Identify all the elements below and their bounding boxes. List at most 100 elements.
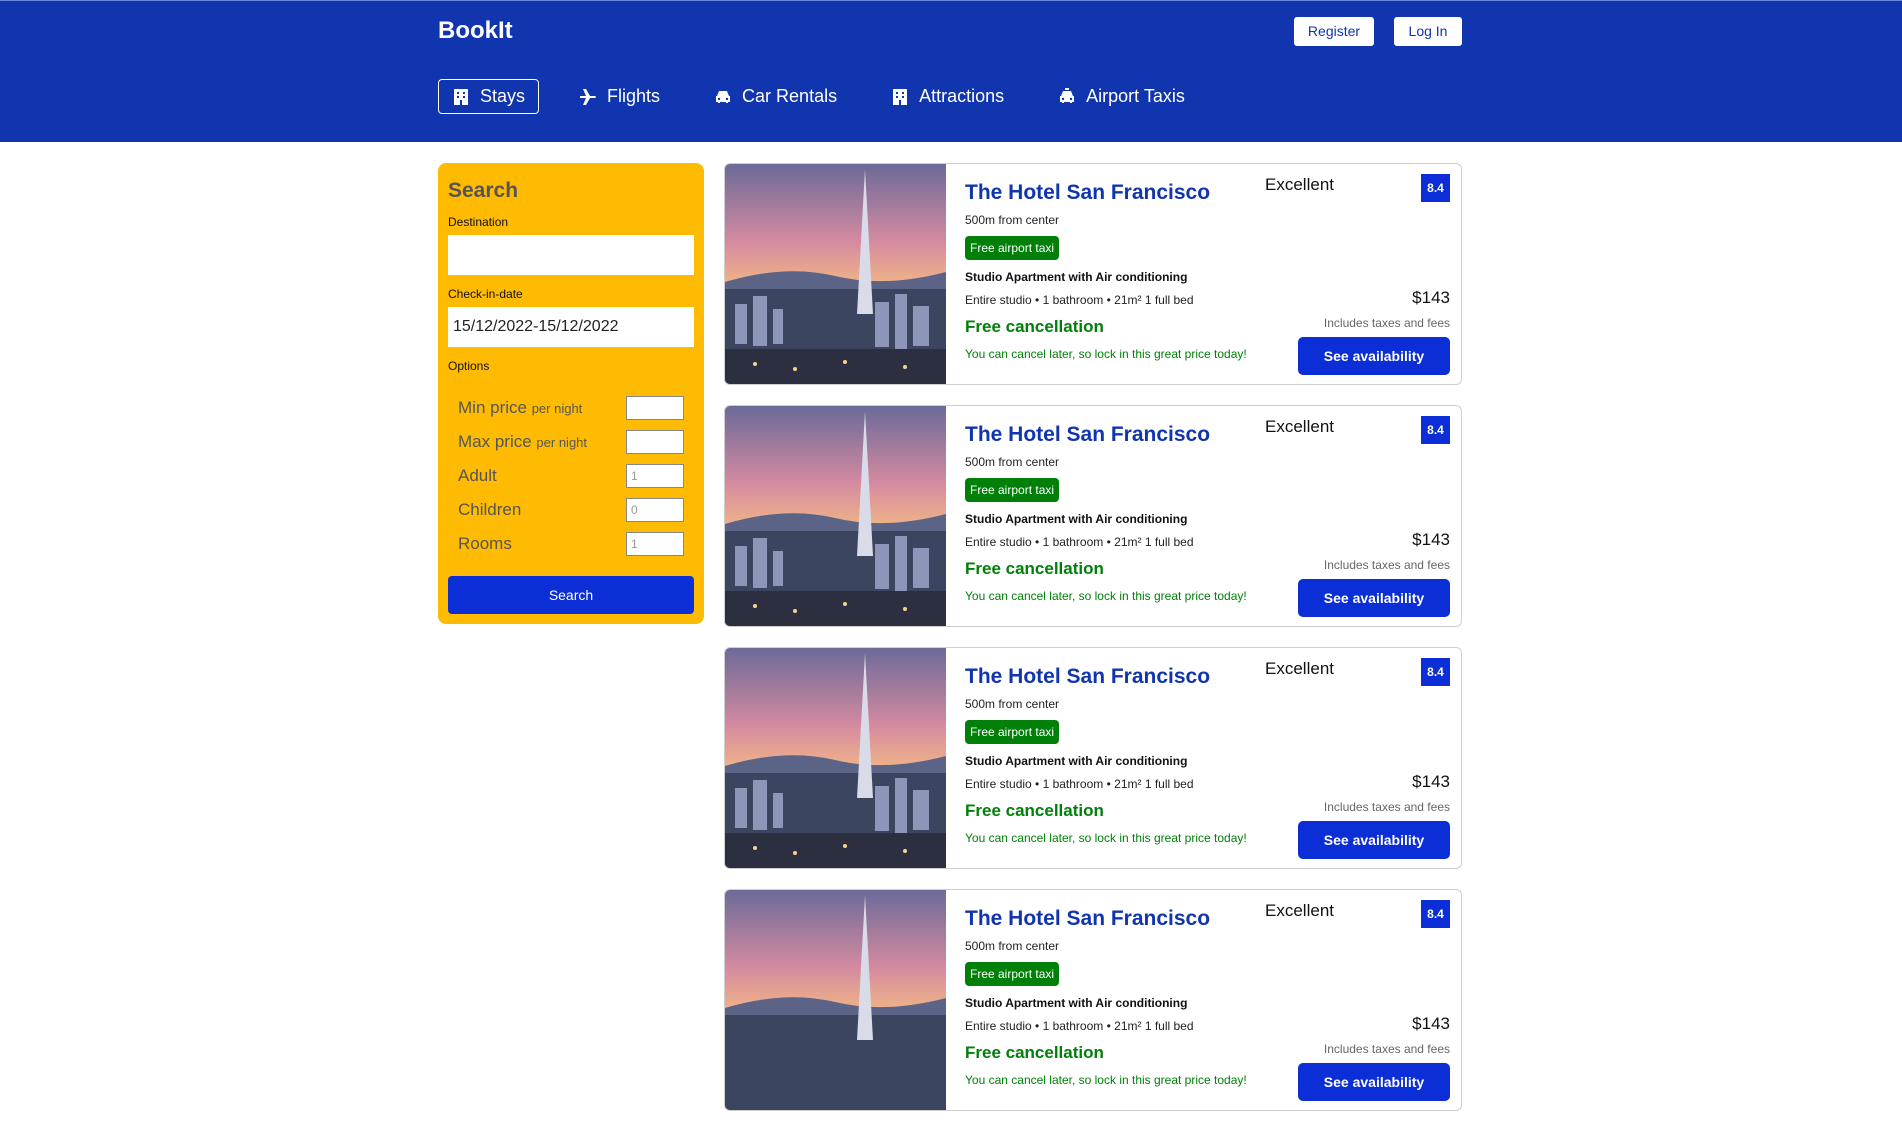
plane-icon	[580, 88, 597, 105]
option-label: Children	[458, 500, 522, 519]
see-availability-button[interactable]: See availability	[1298, 337, 1450, 375]
room-type: Studio Apartment with Air conditioning	[965, 512, 1188, 526]
nav-item-airport-taxis[interactable]: Airport Taxis	[1044, 79, 1199, 114]
room-type: Studio Apartment with Air conditioning	[965, 996, 1188, 1010]
results-list: The Hotel San Francisco 500m from center…	[724, 163, 1462, 1131]
price: $143	[1412, 772, 1450, 791]
price: $143	[1412, 530, 1450, 549]
room-features: Entire studio • 1 bathroom • 21m² 1 full…	[965, 777, 1194, 791]
room-features: Entire studio • 1 bathroom • 21m² 1 full…	[965, 535, 1194, 549]
options-label: Options	[448, 359, 490, 373]
taxi-badge: Free airport taxi	[965, 720, 1060, 744]
login-button[interactable]: Log In	[1394, 17, 1462, 46]
nav-label: Flights	[607, 86, 661, 106]
hotel-info: The Hotel San Francisco 500m from center…	[965, 406, 1285, 603]
destination-input[interactable]	[448, 235, 694, 275]
rating-text: Excellent	[1265, 175, 1334, 194]
max-price-input[interactable]	[626, 430, 684, 454]
rating-text: Excellent	[1265, 417, 1334, 436]
room-type: Studio Apartment with Air conditioning	[965, 270, 1188, 284]
children-input[interactable]: 0	[626, 498, 684, 522]
hotel-title[interactable]: The Hotel San Francisco	[965, 907, 1285, 931]
hotel-card: The Hotel San Francisco 500m from center…	[724, 889, 1462, 1111]
nav-item-attractions[interactable]: Attractions	[877, 79, 1018, 114]
taxes-note: Includes taxes and fees	[1323, 558, 1450, 572]
rating-text: Excellent	[1265, 901, 1334, 920]
option-children: Children 0	[458, 493, 684, 527]
adult-input[interactable]: 1	[626, 464, 684, 488]
option-min-price: Min price per night	[458, 391, 684, 425]
taxes-note: Includes taxes and fees	[1323, 800, 1450, 814]
register-button[interactable]: Register	[1294, 17, 1374, 46]
min-price-input[interactable]	[626, 396, 684, 420]
room-features: Entire studio • 1 bathroom • 21m² 1 full…	[965, 1019, 1194, 1033]
option-adult: Adult 1	[458, 459, 684, 493]
building-icon	[454, 88, 468, 105]
option-suffix: per night	[536, 435, 588, 450]
nav-item-car-rentals[interactable]: Car Rentals	[700, 79, 851, 114]
search-panel: Search Destination Check-in-date 15/12/2…	[438, 163, 704, 624]
hotel-distance: 500m from center	[965, 697, 1060, 711]
score-badge: 8.4	[1421, 416, 1450, 444]
nav-label: Airport Taxis	[1086, 86, 1185, 106]
hotel-photo-image	[725, 164, 946, 384]
price: $143	[1412, 1014, 1450, 1033]
taxes-note: Includes taxes and fees	[1323, 1042, 1450, 1056]
cancellation-subtitle: You can cancel later, so lock in this gr…	[965, 1073, 1247, 1087]
cancellation-title: Free cancellation	[965, 559, 1104, 578]
nav-item-stays[interactable]: Stays	[438, 79, 540, 114]
top-header: BookIt Register Log In Stays Flights Car…	[0, 0, 1902, 142]
price: $143	[1412, 288, 1450, 307]
taxes-note: Includes taxes and fees	[1323, 316, 1450, 330]
hotel-photo[interactable]	[725, 406, 946, 626]
nav-item-flights[interactable]: Flights	[565, 79, 674, 114]
room-type: Studio Apartment with Air conditioning	[965, 754, 1188, 768]
search-title: Search	[448, 179, 519, 202]
cancellation-title: Free cancellation	[965, 317, 1104, 336]
hotel-card: The Hotel San Francisco 500m from center…	[724, 163, 1462, 385]
hotel-distance: 500m from center	[965, 213, 1060, 227]
rooms-input[interactable]: 1	[626, 532, 684, 556]
hotel-photo[interactable]	[725, 890, 946, 1110]
car-icon	[716, 90, 731, 103]
see-availability-button[interactable]: See availability	[1298, 1063, 1450, 1101]
hotel-title[interactable]: The Hotel San Francisco	[965, 665, 1285, 689]
cancellation-subtitle: You can cancel later, so lock in this gr…	[965, 831, 1247, 845]
option-label: Rooms	[458, 534, 512, 553]
see-availability-button[interactable]: See availability	[1298, 821, 1450, 859]
score-badge: 8.4	[1421, 174, 1450, 202]
taxi-badge: Free airport taxi	[965, 962, 1060, 986]
hotel-photo[interactable]	[725, 648, 946, 868]
room-features: Entire studio • 1 bathroom • 21m² 1 full…	[965, 293, 1194, 307]
search-button[interactable]: Search	[448, 576, 694, 614]
brand-logo[interactable]: BookIt	[438, 17, 513, 45]
score-badge: 8.4	[1421, 658, 1450, 686]
taxi-badge: Free airport taxi	[965, 236, 1060, 260]
options-list: Min price per night Max price per night …	[448, 379, 694, 561]
cancellation-subtitle: You can cancel later, so lock in this gr…	[965, 589, 1247, 603]
hotel-card: The Hotel San Francisco 500m from center…	[724, 405, 1462, 627]
score-badge: 8.4	[1421, 900, 1450, 928]
taxi-icon	[1060, 87, 1075, 103]
cancellation-title: Free cancellation	[965, 801, 1104, 820]
main-nav: Stays Flights Car Rentals Attractions Ai…	[438, 79, 1199, 114]
option-suffix: per night	[531, 401, 583, 416]
nav-label: Car Rentals	[742, 86, 838, 106]
hotel-title[interactable]: The Hotel San Francisco	[965, 181, 1285, 205]
nav-label: Stays	[480, 86, 526, 106]
hotel-distance: 500m from center	[965, 939, 1060, 953]
see-availability-button[interactable]: See availability	[1298, 579, 1450, 617]
hotel-photo-image	[725, 406, 946, 626]
hotel-info: The Hotel San Francisco 500m from center…	[965, 890, 1285, 1087]
hotel-title[interactable]: The Hotel San Francisco	[965, 423, 1285, 447]
option-label: Max price	[458, 432, 532, 451]
rating-text: Excellent	[1265, 659, 1334, 678]
hotel-photo-image	[725, 648, 946, 868]
cancellation-title: Free cancellation	[965, 1043, 1104, 1062]
checkin-date-input[interactable]: 15/12/2022-15/12/2022	[448, 307, 694, 347]
hotel-photo[interactable]	[725, 164, 946, 384]
option-label: Adult	[458, 466, 497, 485]
hotel-info: The Hotel San Francisco 500m from center…	[965, 164, 1285, 361]
taxi-badge: Free airport taxi	[965, 478, 1060, 502]
destination-label: Destination	[448, 215, 509, 229]
